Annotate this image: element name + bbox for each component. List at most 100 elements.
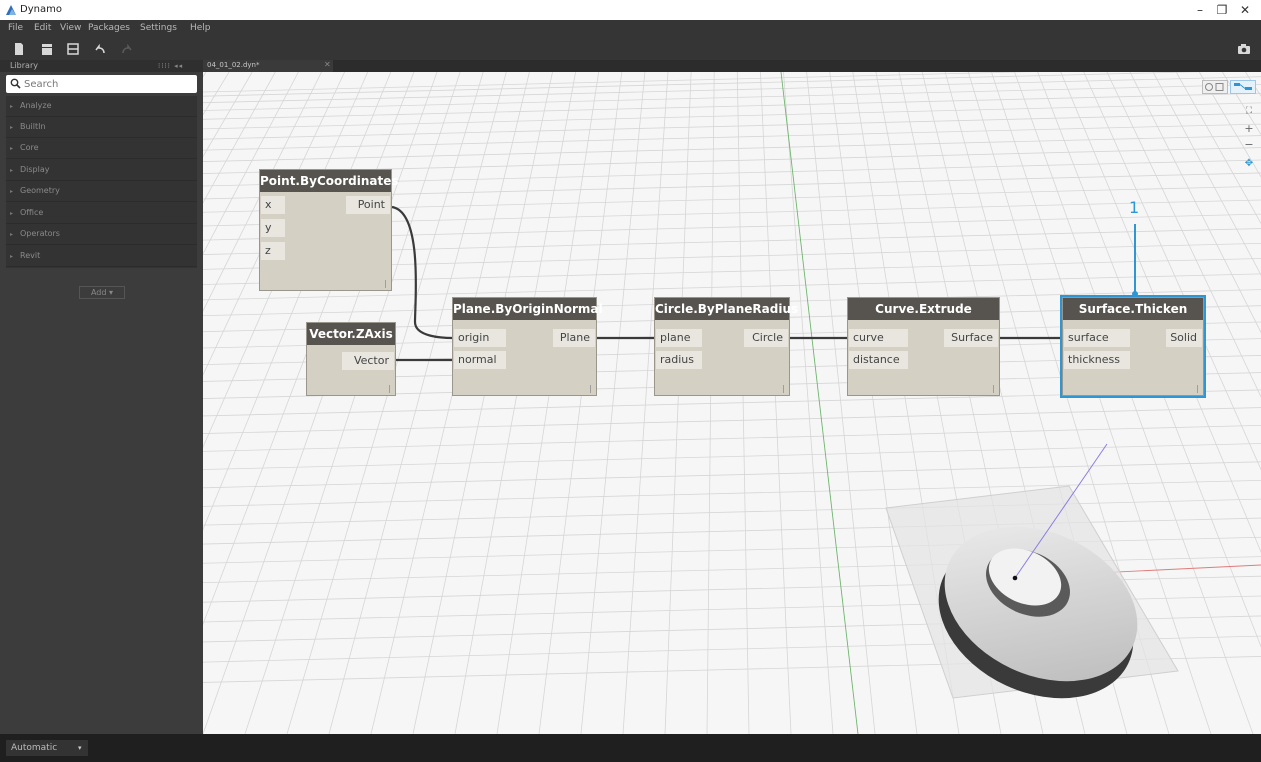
close-button[interactable]: ✕ xyxy=(1234,1,1256,19)
library-title: Library xyxy=(10,61,38,70)
lacing-indicator: | xyxy=(1196,384,1199,393)
add-label: Add xyxy=(90,288,107,297)
output-port-plane[interactable]: Plane xyxy=(553,329,595,347)
library-view-toggle-icon[interactable]: ⁞⁞⁞⁞ ◂◂ xyxy=(158,62,183,70)
zoom-out-icon[interactable]: − xyxy=(1243,138,1255,151)
menu-file[interactable]: File xyxy=(8,23,23,33)
tab-close-icon[interactable]: ✕ xyxy=(324,60,331,69)
menu-bar: File Edit View Packages Settings Help xyxy=(0,20,1261,38)
expand-arrow-icon: ▸ xyxy=(10,210,14,217)
expand-arrow-icon: ▸ xyxy=(10,167,14,174)
minimize-button[interactable]: – xyxy=(1189,1,1211,19)
expand-arrow-icon: ▸ xyxy=(10,124,14,131)
node-curve-extrude[interactable]: Curve.Extrude curve distance Surface | xyxy=(847,297,1000,396)
input-port-normal[interactable]: normal xyxy=(454,351,506,369)
pan-icon[interactable]: ✥ xyxy=(1243,158,1255,169)
run-mode-dropdown[interactable]: Automatic ▾ xyxy=(6,740,88,756)
library-category-revit[interactable]: ▸ Revit xyxy=(6,246,197,267)
input-port-radius[interactable]: radius xyxy=(656,351,702,369)
library-category-analyze[interactable]: ▸ Analyze xyxy=(6,96,197,117)
menu-edit[interactable]: Edit xyxy=(34,23,51,33)
library-category-label: Display xyxy=(20,165,50,174)
input-port-z[interactable]: z xyxy=(261,242,285,260)
library-category-display[interactable]: ▸ Display xyxy=(6,160,197,181)
redo-icon[interactable] xyxy=(120,42,134,56)
node-title: Vector.ZAxis xyxy=(307,323,395,345)
library-category-label: Office xyxy=(20,208,44,217)
maximize-button[interactable]: ❐ xyxy=(1211,1,1233,19)
output-port-solid[interactable]: Solid xyxy=(1166,329,1202,347)
open-file-icon[interactable] xyxy=(40,42,54,56)
output-port-point[interactable]: Point xyxy=(346,196,390,214)
node-vector-zaxis[interactable]: Vector.ZAxis Vector | xyxy=(306,322,396,396)
input-port-origin[interactable]: origin xyxy=(454,329,506,347)
node-circle-byplaneradius[interactable]: Circle.ByPlaneRadius plane radius Circle… xyxy=(654,297,798,396)
library-category-label: Core xyxy=(20,143,39,152)
lacing-indicator: | xyxy=(388,384,391,393)
library-category-office[interactable]: ▸ Office xyxy=(6,203,197,224)
menu-help[interactable]: Help xyxy=(190,23,211,33)
node-title: Point.ByCoordinates xyxy=(260,170,399,192)
library-header: Library ⁞⁞⁞⁞ ◂◂ xyxy=(0,60,203,72)
input-port-y[interactable]: y xyxy=(261,219,285,237)
search-input[interactable] xyxy=(24,77,194,91)
output-port-circle[interactable]: Circle xyxy=(744,329,788,347)
graph-canvas[interactable]: ⛶ + − ✥ Point.ByCoordinates x y z Point … xyxy=(203,72,1261,734)
lacing-indicator: | xyxy=(992,384,995,393)
output-port-vector[interactable]: Vector xyxy=(342,352,394,370)
screenshot-camera-icon[interactable] xyxy=(1237,42,1251,56)
menu-packages[interactable]: Packages xyxy=(88,23,130,33)
callout-number: 1 xyxy=(1129,198,1140,217)
node-title: Circle.ByPlaneRadius xyxy=(655,298,798,320)
node-point-bycoordinates[interactable]: Point.ByCoordinates x y z Point | xyxy=(259,169,399,291)
status-bar: Automatic ▾ xyxy=(0,734,1261,762)
workspace-tab[interactable]: 04_01_02.dyn* ✕ xyxy=(203,60,333,72)
expand-arrow-icon: ▸ xyxy=(10,231,14,238)
workspace-tab-bar: 04_01_02.dyn* ✕ xyxy=(203,60,1261,72)
menu-view[interactable]: View xyxy=(60,23,81,33)
menu-settings[interactable]: Settings xyxy=(140,23,177,33)
node-title: Curve.Extrude xyxy=(848,298,999,320)
run-mode-value: Automatic xyxy=(11,743,58,753)
new-file-icon[interactable] xyxy=(12,42,26,56)
library-category-label: Analyze xyxy=(20,101,52,110)
output-port-surface[interactable]: Surface xyxy=(944,329,998,347)
geometry-view-toggle-icon[interactable] xyxy=(1202,80,1228,94)
library-category-label: Operators xyxy=(20,229,60,238)
library-category-label: Geometry xyxy=(20,186,60,195)
input-port-x[interactable]: x xyxy=(261,196,285,214)
dynamo-app: Dynamo – ❐ ✕ File Edit View Packages Set… xyxy=(0,0,1261,762)
title-bar: Dynamo – ❐ ✕ xyxy=(0,0,1261,20)
lacing-indicator: | xyxy=(589,384,592,393)
library-category-geometry[interactable]: ▸ Geometry xyxy=(6,181,197,202)
library-category-operators[interactable]: ▸ Operators xyxy=(6,224,197,245)
input-port-curve[interactable]: curve xyxy=(849,329,908,347)
lacing-indicator: | xyxy=(384,279,387,288)
library-category-list: ▸ Analyze ▸ BuiltIn ▸ Core ▸ Display ▸ G… xyxy=(6,96,197,268)
expand-arrow-icon: ▸ xyxy=(10,188,14,195)
window-title: Dynamo xyxy=(20,4,62,15)
library-panel: Library ⁞⁞⁞⁞ ◂◂ ▸ Analyze ▸ BuiltIn ▸ Co… xyxy=(0,60,203,734)
dynamo-logo-icon xyxy=(6,5,16,15)
library-category-core[interactable]: ▸ Core xyxy=(6,138,197,159)
chevron-down-icon: ▾ xyxy=(78,744,82,752)
node-surface-thicken[interactable]: Surface.Thicken surface thickness Solid … xyxy=(1060,295,1206,398)
library-search-box[interactable] xyxy=(6,75,197,93)
expand-arrow-icon: ▸ xyxy=(10,145,14,152)
expand-arrow-icon: ▸ xyxy=(10,103,14,110)
undo-icon[interactable] xyxy=(93,42,107,56)
library-add-button[interactable]: Add ▾ xyxy=(79,286,125,299)
input-port-surface[interactable]: surface xyxy=(1064,329,1130,347)
input-port-thickness[interactable]: thickness xyxy=(1064,351,1130,369)
save-icon[interactable] xyxy=(66,42,80,56)
origin-point xyxy=(1012,575,1018,581)
input-port-distance[interactable]: distance xyxy=(849,351,908,369)
library-category-builtin[interactable]: ▸ BuiltIn xyxy=(6,117,197,138)
toolbar xyxy=(0,38,1261,60)
input-port-plane[interactable]: plane xyxy=(656,329,702,347)
graph-view-toggle-icon[interactable] xyxy=(1230,80,1256,94)
zoom-in-icon[interactable]: + xyxy=(1243,122,1255,135)
library-category-label: BuiltIn xyxy=(20,122,46,131)
node-plane-byoriginnormal[interactable]: Plane.ByOriginNormal origin normal Plane… xyxy=(452,297,603,396)
zoom-to-fit-icon[interactable]: ⛶ xyxy=(1243,106,1255,116)
